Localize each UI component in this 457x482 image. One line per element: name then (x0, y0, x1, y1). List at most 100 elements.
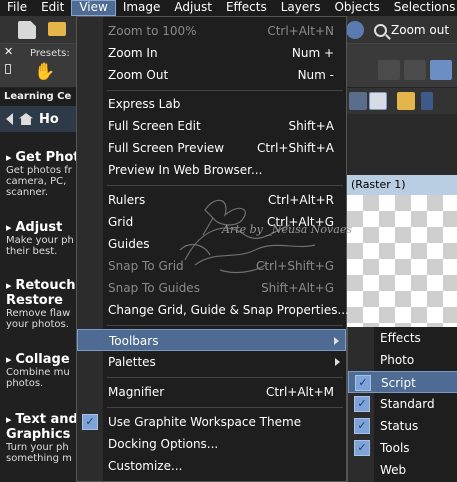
image-window-title: (Raster 1) (347, 175, 457, 195)
canvas-background (347, 114, 457, 175)
submenu-arrow-icon (334, 337, 339, 345)
menu-item-label: Use Graphite Workspace Theme (108, 415, 302, 429)
submenu-item-web[interactable]: Web (348, 459, 457, 481)
menu-item-label: Snap To Grid (108, 259, 184, 273)
menu-effects[interactable]: Effects (219, 0, 274, 16)
submenu-item-label: Status (380, 419, 419, 433)
menu-item-zoom-100[interactable]: Zoom to 100% Ctrl+Alt+N (77, 20, 346, 42)
menu-item-snap-grid[interactable]: Snap To Grid Ctrl+Shift+G (77, 255, 346, 277)
menu-item-guides[interactable]: Guides (77, 233, 346, 255)
print-preview-icon[interactable] (404, 60, 426, 80)
learning-center-title: Ho (39, 111, 59, 127)
menu-item-label: Rulers (108, 193, 146, 207)
zoom-out-button[interactable]: Zoom out (368, 19, 455, 41)
menu-item-preview-web[interactable]: Preview In Web Browser... (77, 159, 346, 181)
menu-separator (107, 185, 343, 186)
magnifier-icon (374, 23, 387, 37)
menu-item-label: Grid (108, 215, 134, 229)
checkmark-icon: ✓ (82, 414, 98, 430)
menu-item-full-screen-preview[interactable]: Full Screen Preview Ctrl+Shift+A (77, 137, 346, 159)
submenu-item-label: Tools (380, 441, 410, 455)
menu-item-label: Preview In Web Browser... (108, 163, 263, 177)
menu-objects[interactable]: Objects (327, 0, 386, 16)
menu-item-change-grid[interactable]: Change Grid, Guide & Snap Properties... (77, 299, 349, 321)
menu-item-shortcut: Shift+Alt+G (261, 281, 334, 295)
menu-selections[interactable]: Selections (387, 0, 457, 16)
menu-item-label: Customize... (108, 459, 183, 473)
pan-hand-icon[interactable]: ✋ (34, 62, 55, 82)
checkmark-icon: ✓ (355, 375, 371, 391)
menu-item-full-screen-edit[interactable]: Full Screen Edit Shift+A (77, 115, 346, 137)
toolbar-status-icon[interactable] (346, 21, 364, 39)
open-folder-icon[interactable] (48, 22, 66, 36)
menu-edit[interactable]: Edit (34, 0, 71, 16)
print-icon[interactable] (378, 60, 400, 80)
submenu-item-script[interactable]: ✓ Script (348, 371, 457, 393)
menu-item-label: Change Grid, Guide & Snap Properties... (108, 303, 349, 317)
menu-item-shortcut: Num + (291, 46, 334, 60)
menu-item-label: Toolbars (109, 334, 159, 348)
menu-item-label: Palettes (108, 355, 156, 369)
submenu-item-standard[interactable]: ✓ Standard (348, 393, 457, 415)
menu-item-toolbars[interactable]: Toolbars (77, 329, 346, 351)
checkmark-icon: ✓ (354, 396, 370, 412)
submenu-item-label: Standard (380, 397, 435, 411)
menu-item-rulers[interactable]: Rulers Ctrl+Alt+R (77, 189, 346, 211)
submenu-item-label: Effects (380, 331, 421, 345)
menu-item-graphite-theme[interactable]: ✓ Use Graphite Workspace Theme (77, 411, 346, 433)
new-file-icon[interactable] (18, 21, 36, 39)
submenu-item-effects[interactable]: Effects (348, 327, 457, 349)
menu-separator (107, 325, 343, 326)
menu-item-docking-options[interactable]: Docking Options... (77, 433, 346, 455)
menu-separator (107, 90, 343, 91)
menu-item-label: Zoom In (108, 46, 158, 60)
submenu-arrow-icon (335, 358, 340, 366)
menu-item-snap-guides[interactable]: Snap To Guides Shift+Alt+G (77, 277, 346, 299)
menu-item-shortcut: Ctrl+Alt+R (267, 193, 334, 207)
menu-item-shortcut: Shift+A (288, 119, 334, 133)
menu-item-express-lab[interactable]: Express Lab (77, 93, 346, 115)
menu-bar: File Edit View Image Adjust Effects Laye… (0, 0, 457, 16)
menu-item-zoom-in[interactable]: Zoom In Num + (77, 42, 346, 64)
layers-toolbar (347, 88, 457, 114)
menu-layers[interactable]: Layers (274, 0, 328, 16)
menu-item-label: Snap To Guides (108, 281, 200, 295)
menu-item-label: Zoom Out (108, 68, 169, 82)
submenu-item-label: Script (381, 376, 416, 390)
menu-item-shortcut: Ctrl+Alt+N (267, 24, 334, 38)
layers-icon[interactable] (349, 92, 367, 110)
menu-item-label: Guides (108, 237, 150, 251)
zoom-out-label: Zoom out (391, 23, 450, 37)
menu-item-label: Full Screen Preview (108, 141, 225, 155)
menu-separator (107, 407, 343, 408)
watermark-text: Arte by _Neusa Novaes (222, 223, 352, 236)
menu-separator (107, 377, 343, 378)
menu-item-label: Express Lab (108, 97, 181, 111)
menu-item-shortcut: Ctrl+Alt+M (265, 385, 334, 399)
view-menu: Zoom to 100% Ctrl+Alt+N Zoom In Num + Zo… (76, 16, 349, 482)
menu-item-zoom-out[interactable]: Zoom Out Num - (77, 64, 346, 86)
folder-arrow-icon[interactable] (397, 92, 415, 110)
checkmark-icon: ✓ (354, 418, 370, 434)
menu-file[interactable]: File (0, 0, 34, 16)
close-icon[interactable]: ✕ (4, 45, 13, 58)
menu-item-palettes[interactable]: Palettes (77, 351, 346, 373)
submenu-item-status[interactable]: ✓ Status (348, 415, 457, 437)
menu-view[interactable]: View (71, 0, 116, 16)
submenu-item-photo[interactable]: Photo (348, 349, 457, 371)
menu-item-customize[interactable]: Customize... (77, 455, 346, 477)
menu-item-label: Zoom to 100% (108, 24, 197, 38)
monitor-icon[interactable] (430, 60, 452, 80)
submenu-item-tools[interactable]: ✓ Tools (348, 437, 457, 459)
menu-image[interactable]: Image (116, 0, 168, 16)
back-arrow-icon[interactable] (6, 113, 13, 125)
menu-adjust[interactable]: Adjust (167, 0, 219, 16)
home-icon[interactable] (19, 113, 33, 125)
menu-item-shortcut: Ctrl+Shift+G (255, 259, 334, 273)
list-view-icon[interactable] (369, 92, 387, 110)
flag-icon[interactable] (421, 92, 433, 110)
menu-item-shortcut: Num - (297, 68, 334, 82)
pin-icon[interactable] (5, 64, 11, 74)
menu-item-label: Docking Options... (108, 437, 219, 451)
menu-item-magnifier[interactable]: Magnifier Ctrl+Alt+M (77, 381, 346, 403)
